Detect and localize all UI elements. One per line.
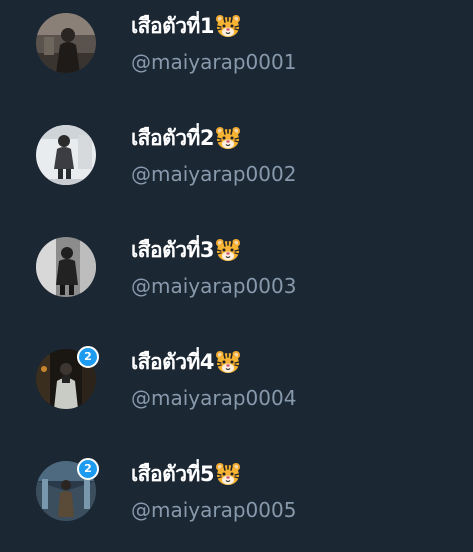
avatar-container[interactable]: 2 [36, 458, 99, 521]
avatar[interactable] [36, 13, 96, 73]
avatar[interactable] [36, 125, 96, 185]
display-name: เสือตัวที่1 [131, 13, 215, 38]
account-row-5[interactable]: 2 เสือตัวที่5 @maiyarap0005 [0, 448, 473, 552]
notification-badge: 2 [77, 458, 99, 480]
username-handle: @maiyarap0002 [131, 162, 297, 186]
avatar-container[interactable]: 2 [36, 346, 99, 409]
display-name: เสือตัวที่3 [131, 237, 215, 262]
display-name-line: เสือตัวที่4 [131, 347, 241, 377]
display-name: เสือตัวที่4 [131, 349, 215, 374]
account-list: เสือตัวที่1 @maiyarap0001 เสือตัวที่2 @m… [0, 0, 473, 552]
username-handle: @maiyarap0004 [131, 386, 297, 410]
display-name: เสือตัวที่2 [131, 125, 215, 150]
display-name-line: เสือตัวที่1 [131, 11, 241, 41]
display-name-line: เสือตัวที่3 [131, 235, 241, 265]
tiger-face-icon [216, 351, 240, 373]
tiger-face-icon [216, 239, 240, 261]
notification-badge: 2 [77, 346, 99, 368]
tiger-face-icon [216, 127, 240, 149]
display-name-line: เสือตัวที่5 [131, 459, 241, 489]
username-handle: @maiyarap0003 [131, 274, 297, 298]
account-row-1[interactable]: เสือตัวที่1 @maiyarap0001 [0, 0, 473, 112]
avatar[interactable] [36, 237, 96, 297]
avatar-container[interactable] [36, 125, 96, 185]
tiger-face-icon [216, 463, 240, 485]
display-name: เสือตัวที่5 [131, 461, 215, 486]
avatar-container[interactable] [36, 237, 96, 297]
avatar-container[interactable] [36, 13, 96, 73]
account-row-2[interactable]: เสือตัวที่2 @maiyarap0002 [0, 112, 473, 224]
tiger-face-icon [216, 15, 240, 37]
username-handle: @maiyarap0005 [131, 498, 297, 522]
account-row-3[interactable]: เสือตัวที่3 @maiyarap0003 [0, 224, 473, 336]
username-handle: @maiyarap0001 [131, 50, 297, 74]
account-row-4[interactable]: 2 เสือตัวที่4 @maiyarap0004 [0, 336, 473, 448]
display-name-line: เสือตัวที่2 [131, 123, 241, 153]
